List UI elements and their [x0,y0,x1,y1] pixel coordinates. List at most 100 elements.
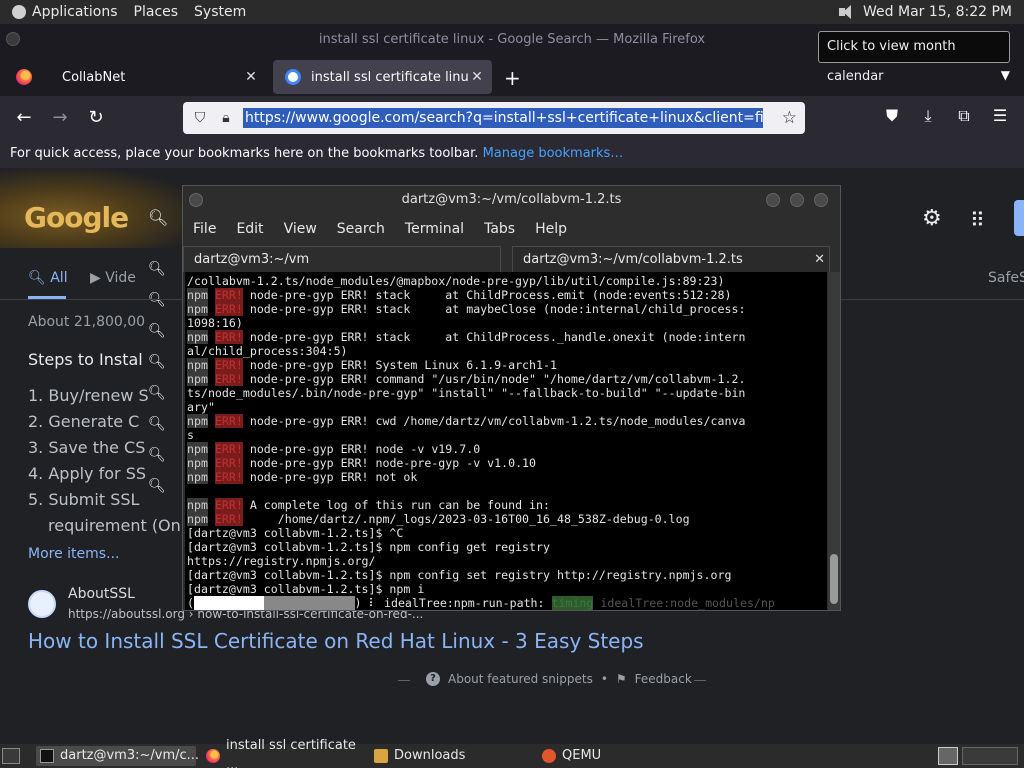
err-tag: ERR! [214,442,243,456]
volume-icon[interactable] [837,4,855,20]
taskbar-item-qemu[interactable]: QEMU [542,746,702,766]
taskbar-item-terminal[interactable]: dartz@vm3:~/vm/c... [36,746,199,766]
back-icon[interactable]: ← [12,106,36,130]
close-button[interactable] [814,193,828,207]
terminal-line: [dartz@vm3 collabvm-1.2.ts]$ npm config … [187,568,827,582]
navigation-toolbar: ← → ↻ ⛉ 🔒︎ https://www.google.com/search… [0,96,1024,140]
terminal-window[interactable]: dartz@vm3:~/vm/collabvm-1.2.ts File Edit… [182,185,841,611]
terminal-tab-vm[interactable]: dartz@vm3:~/vm [183,246,501,272]
result-title-link[interactable]: How to Install SSL Certificate on Red Ha… [28,629,644,653]
site-favicon [28,590,56,618]
folder-icon [374,749,388,763]
err-tag: ERR! [214,512,243,526]
terminal-scrollbar[interactable] [828,272,840,610]
firefox-icon [16,69,32,85]
scrollbar-thumb[interactable] [830,554,838,604]
terminal-line-text: s [187,428,194,442]
terminal-titlebar[interactable]: dartz@vm3:~/vm/collabvm-1.2.ts [183,186,840,214]
window-menu-button[interactable] [189,193,203,207]
maximize-button[interactable] [790,193,804,207]
places-menu[interactable]: Places [126,4,187,20]
list-item: 5. Submit SSL [28,490,140,509]
menu-help[interactable]: Help [535,221,567,237]
close-tab-icon[interactable]: ✕ [468,69,486,85]
manage-bookmarks-link[interactable]: Manage bookmarks… [483,146,624,161]
bookmark-star-icon[interactable]: ☆ [782,108,797,128]
terminal-output[interactable]: /collabvm-1.2.ts/node_modules/@mapbox/no… [185,272,827,610]
safesearch-toggle[interactable]: SafeS [988,270,1024,286]
terminal-line: [dartz@vm3 collabvm-1.2.ts]$ ^C [187,526,827,540]
list-item: 1. Buy/renew S [28,386,149,405]
google-icon [285,69,301,85]
workspace-2[interactable] [962,747,1018,765]
window-menu-button[interactable] [6,32,20,46]
terminal-tabs: dartz@vm3:~/vm dartz@vm3:~/vm/collabvm-1… [183,244,840,272]
search-icon[interactable]: 🔍︎ [148,208,168,227]
feedback-link[interactable]: Feedback [635,672,692,686]
hamburger-menu-icon[interactable]: ☰ [989,106,1011,125]
more-items-link[interactable]: More items... [28,546,119,562]
close-tab-icon[interactable]: ✕ [242,69,260,85]
menu-file[interactable]: File [193,221,216,237]
close-tab-icon[interactable]: ✕ [814,247,825,273]
terminal-line: ary" [187,400,827,414]
timing-tag: timing [551,596,594,610]
terminal-line-text: al/child_process:304:5) [187,344,348,358]
err-tag: ERR! [214,456,243,470]
err-tag: ERR! [214,302,243,316]
tab-collabnet[interactable]: CollabNet ✕ [4,60,266,94]
lock-icon[interactable]: 🔒︎ [217,109,235,127]
menu-tabs[interactable]: Tabs [484,221,515,237]
new-tab-button[interactable]: + [504,66,521,90]
download-icon[interactable]: ⤓ [917,106,939,126]
menu-view[interactable]: View [284,221,317,237]
minimize-button[interactable] [766,193,780,207]
tab-google-search[interactable]: install ssl certificate linux - G ✕ [273,60,492,94]
terminal-tab-collabvm[interactable]: dartz@vm3:~/vm/collabvm-1.2.ts ✕ [512,246,830,272]
results-count: About 21,800,00 [28,314,146,330]
workspace-1[interactable] [938,747,958,765]
terminal-line: npm ERR! node-pre-gyp ERR! node -v v19.7… [187,442,827,456]
terminal-line-text: A complete log of this run can be found … [242,498,550,512]
site-name[interactable]: AboutSSL [68,586,135,602]
menu-search[interactable]: Search [337,221,385,237]
divider [398,680,410,681]
menu-edit[interactable]: Edit [236,221,263,237]
google-logo[interactable]: Google [24,201,129,234]
qemu-icon [542,749,556,763]
taskbar-item-firefox[interactable]: install ssl certificate ... [206,738,366,768]
terminal-line: npm ERR! node-pre-gyp ERR! System Linux … [187,358,827,372]
extensions-icon[interactable]: ⧉ [953,106,975,126]
snippet-footer: ? About featured snippets • ⚑ Feedback [426,672,692,686]
gear-icon[interactable]: ⚙ [922,206,942,231]
npm-prefix: npm [187,442,208,456]
system-menu[interactable]: System [186,4,254,20]
tab-videos[interactable]: ▶ Vide [90,270,136,286]
chevron-down-icon[interactable]: ▼ [1001,68,1010,82]
terminal-line-text: ts/node_modules/.bin/node-pre-gyp" "inst… [187,386,746,400]
bottom-taskbar: dartz@vm3:~/vm/c... install ssl certific… [0,738,1024,768]
terminal-line: s [187,428,827,442]
taskbar-item-downloads[interactable]: Downloads [374,746,534,766]
about-featured-snippets[interactable]: About featured snippets [448,672,593,686]
url-text[interactable]: https://www.google.com/search?q=install+… [243,108,763,128]
shield-icon[interactable]: ⛉ [191,109,209,127]
tab-all[interactable]: 🔍︎ All [28,270,68,286]
apps-grid-icon[interactable]: ⠿ [970,208,985,232]
applications-menu[interactable]: Applications [0,4,126,20]
npm-prefix: npm [187,470,208,484]
pocket-icon[interactable]: ⛊ [881,106,903,126]
sign-in-button[interactable] [1014,200,1024,236]
terminal-line-text: node-pre-gyp ERR! stack at maybeClose (n… [242,302,746,316]
menu-terminal[interactable]: Terminal [405,221,464,237]
reload-icon[interactable]: ↻ [84,106,108,130]
terminal-line: npm ERR! node-pre-gyp ERR! not ok [187,470,827,484]
terminal-line-text: node-pre-gyp ERR! node-pre-gyp -v v1.0.1… [242,456,537,470]
terminal-line-text: [dartz@vm3 collabvm-1.2.ts]$ ^C [187,526,404,540]
show-desktop-button[interactable] [2,748,20,764]
url-bar[interactable]: ⛉ 🔒︎ https://www.google.com/search?q=ins… [183,102,805,134]
clock[interactable]: Wed Mar 15, 8:22 PM [863,4,1012,20]
help-icon: ? [426,672,440,686]
npm-prefix: npm [187,372,208,386]
forward-icon[interactable]: → [48,106,72,130]
